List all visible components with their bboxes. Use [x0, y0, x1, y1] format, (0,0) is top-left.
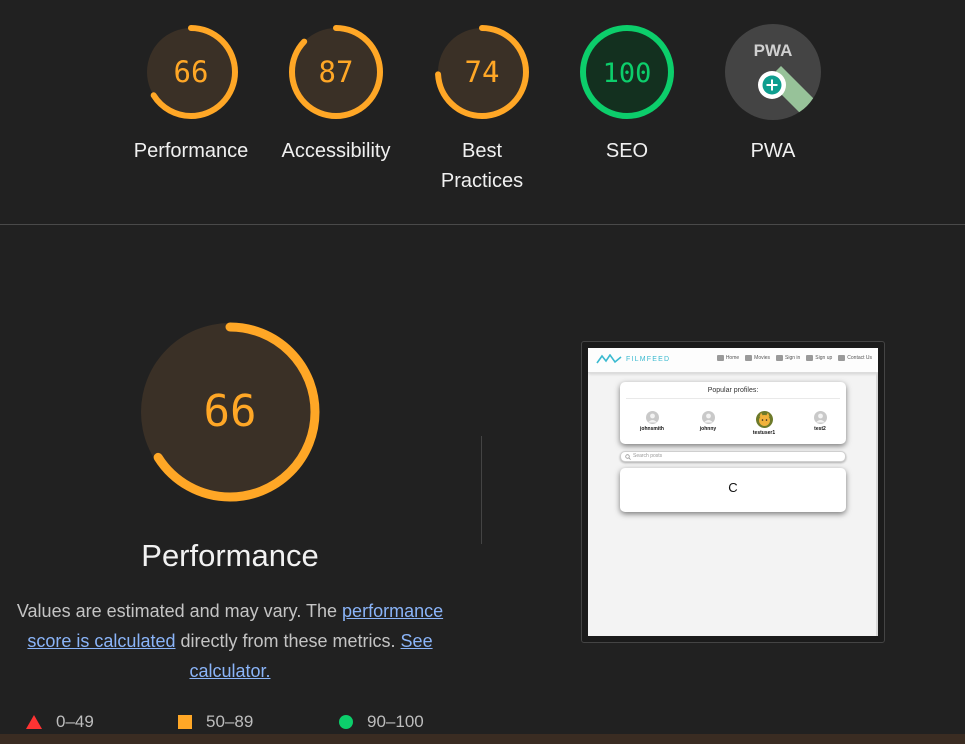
performance-desc-text2: directly from these metrics.: [175, 631, 401, 651]
performance-big-gauge: 66: [140, 322, 320, 502]
gauge-accessibility-ring: 87: [289, 25, 383, 119]
card-separator: [626, 398, 840, 399]
avatar-placeholder-icon: [813, 411, 827, 424]
site-nav-movies-label: Movies: [754, 355, 770, 361]
site-search-placeholder: Search posts: [633, 453, 663, 459]
popular-profiles-card: Popular profiles: johnsmith johnny testu…: [620, 382, 846, 444]
performance-big-score: 66: [204, 386, 257, 437]
popular-profiles-title: Popular profiles:: [707, 387, 759, 394]
screenshot-viewport: FILMFEED Home Movies Sign in Sign up Con…: [588, 348, 878, 636]
film-icon: [745, 355, 753, 361]
gauge-best-practices-label: Best Practices: [417, 136, 547, 196]
profile-item: test2: [792, 411, 848, 432]
gauge-best-practices[interactable]: 74 Best Practices: [417, 22, 547, 196]
gauge-seo[interactable]: 100 SEO: [562, 22, 692, 166]
gauge-seo-label: SEO: [605, 140, 649, 162]
legend-fail: 0–49: [26, 712, 94, 732]
avatar-placeholder-icon: [701, 411, 715, 424]
legend-pass-range: 90–100: [367, 712, 424, 731]
bottom-strip: [0, 734, 965, 744]
final-screenshot[interactable]: FILMFEED Home Movies Sign in Sign up Con…: [581, 341, 885, 643]
performance-desc-text1: Values are estimated and may vary. The: [16, 601, 343, 621]
legend-average: 50–89: [178, 712, 253, 732]
performance-title: Performance: [141, 538, 319, 573]
square-icon: [178, 715, 192, 729]
search-icon: [625, 454, 631, 460]
legend-fail-range: 0–49: [56, 712, 94, 731]
avatar-cat-icon: [755, 411, 773, 428]
site-nav-contact: Contact Us: [838, 355, 872, 361]
triangle-icon: [26, 715, 42, 729]
gauge-performance-ring: 66: [144, 25, 238, 119]
performance-description: Values are estimated and may vary. The p…: [12, 596, 448, 686]
gauge-best-practices-score: 74: [465, 55, 500, 89]
posts-loading-card: C: [620, 468, 846, 512]
profile-name: johnsmith: [640, 426, 664, 432]
legend-average-range: 50–89: [206, 712, 254, 731]
site-nav-contact-label: Contact Us: [847, 355, 872, 361]
gauge-performance[interactable]: 66 Performance: [126, 22, 256, 166]
gauge-accessibility[interactable]: 87 Accessibility: [271, 22, 401, 166]
profile-item: johnny: [680, 411, 736, 432]
user-icon: [806, 355, 814, 361]
site-nav-links: Home Movies Sign in Sign up Contact Us: [711, 355, 872, 361]
gauge-best-practices-label-line2: Practices: [440, 170, 524, 192]
profile-name: test2: [814, 426, 826, 432]
gauge-pwa[interactable]: PWA PWA: [708, 22, 838, 166]
gauge-accessibility-score: 87: [319, 55, 354, 89]
profile-name: johnny: [699, 426, 717, 432]
site-nav-signup: Sign up: [806, 355, 832, 361]
circle-icon: [339, 715, 353, 729]
mail-icon: [838, 355, 846, 361]
site-nav-signup-label: Sign up: [815, 355, 833, 361]
gauge-pwa-label: PWA: [750, 140, 796, 162]
site-nav-signin-label: Sign in: [785, 355, 801, 361]
legend-pass: 90–100: [339, 712, 424, 732]
site-search-bar: Search posts: [620, 451, 846, 462]
gauge-seo-ring: 100: [580, 25, 674, 119]
site-nav-home-label: Home: [725, 355, 740, 361]
avatar-placeholder-icon: [645, 411, 659, 424]
site-nav-home: Home: [716, 355, 740, 361]
score-legend: 0–49 50–89 90–100: [0, 712, 470, 736]
loading-spinner-icon: C: [728, 480, 738, 495]
site-nav-signin: Sign in: [776, 355, 800, 361]
site-brand: FILMFEED: [626, 355, 671, 363]
gauge-seo-score: 100: [603, 58, 652, 89]
category-gauges: 66 Performance 87 Accessibility 74 Best P…: [0, 22, 965, 202]
gauge-accessibility-label: Accessibility: [281, 140, 391, 162]
signin-icon: [776, 355, 783, 361]
gauge-best-practices-label-line1: Best: [461, 140, 503, 162]
site-nav-movies: Movies: [745, 355, 770, 361]
section-divider: [0, 224, 965, 225]
home-icon: [716, 355, 724, 361]
gauge-performance-score: 66: [174, 55, 209, 89]
profile-item: testuser1: [736, 411, 792, 436]
gauge-performance-label: Performance: [133, 140, 249, 162]
vertical-divider: [481, 436, 482, 544]
screenshot-scrollbar: [876, 373, 878, 636]
site-navbar: FILMFEED Home Movies Sign in Sign up Con…: [588, 348, 878, 373]
site-logo: FILMFEED: [596, 354, 670, 364]
pwa-badge-icon: PWA: [725, 24, 821, 120]
gauge-best-practices-ring: 74: [435, 25, 529, 119]
profile-item: johnsmith: [624, 411, 680, 432]
pwa-badge-text: PWA: [754, 41, 793, 60]
filmfeed-logo-icon: [596, 354, 622, 364]
profile-name: testuser1: [752, 430, 776, 436]
